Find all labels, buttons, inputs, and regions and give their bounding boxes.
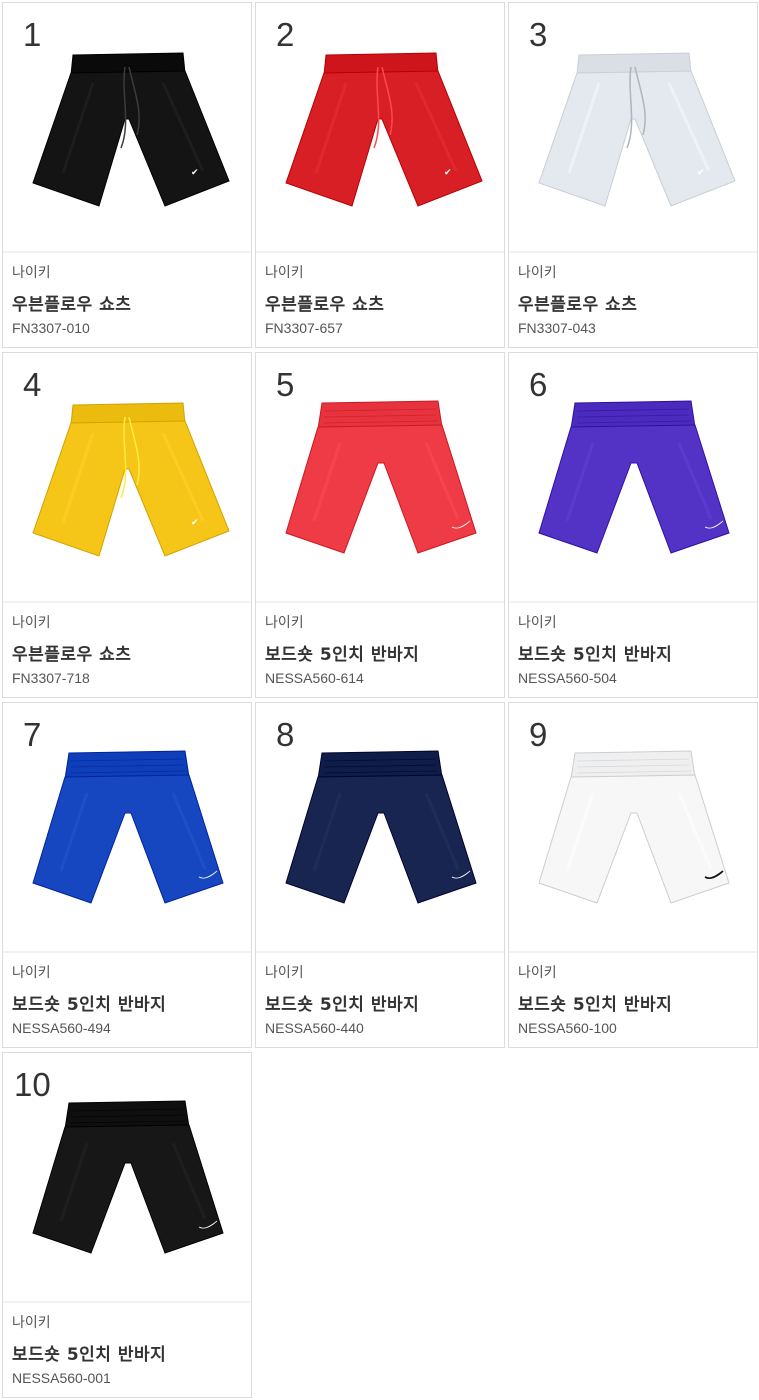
shorts-body [285,70,483,207]
divider [509,251,757,253]
rank-number: 6 [529,366,548,403]
product-thumbnail[interactable]: 9 [509,703,757,951]
divider [3,1301,251,1303]
product-brand: 나이키 [12,265,51,281]
product-code: NESSA560-614 [265,670,364,686]
product-card-9[interactable]: 9 나이키 보드숏 5인치 반바지 NESSA560-100 [508,702,758,1048]
divider [256,601,504,603]
rank-number: 5 [276,366,295,403]
product-thumbnail[interactable]: 6 [509,353,757,601]
shorts-body [285,774,477,904]
rank-number: 10 [14,1066,51,1103]
nike-futura-logo-icon: ✔ [444,168,452,178]
product-card-2[interactable]: ✔ 2 나이키 우븐플로우 쇼츠 FN3307-657 [255,2,505,348]
product-card-1[interactable]: ✔ 1 나이키 우븐플로우 쇼츠 FN3307-010 [2,2,252,348]
nike-futura-logo-icon: ✔ [191,518,199,528]
product-code: FN3307-718 [12,670,90,686]
shorts-body [32,70,230,207]
rank-number: 9 [529,716,548,753]
shorts-body [538,70,736,207]
product-thumbnail[interactable]: 7 [3,703,251,951]
divider [3,951,251,953]
product-name[interactable]: 우븐플로우 쇼츠 [12,640,131,665]
rank-number: 3 [529,16,548,53]
product-name[interactable]: 보드숏 5인치 반바지 [518,640,672,665]
shorts-body [538,774,730,904]
product-name[interactable]: 우븐플로우 쇼츠 [265,290,384,315]
product-thumbnail[interactable]: ✔ 1 [3,3,251,251]
product-brand: 나이키 [518,615,557,631]
product-name[interactable]: 보드숏 5인치 반바지 [265,640,419,665]
product-card-7[interactable]: 7 나이키 보드숏 5인치 반바지 NESSA560-494 [2,702,252,1048]
product-name[interactable]: 보드숏 5인치 반바지 [518,990,672,1015]
divider [509,951,757,953]
product-card-4[interactable]: ✔ 4 나이키 우븐플로우 쇼츠 FN3307-718 [2,352,252,698]
product-name[interactable]: 보드숏 5인치 반바지 [12,1340,166,1365]
divider [256,251,504,253]
product-brand: 나이키 [265,265,304,281]
shorts-body [538,424,730,554]
divider [3,601,251,603]
shorts-body [32,774,224,904]
product-name[interactable]: 우븐플로우 쇼츠 [12,290,131,315]
product-code: NESSA560-001 [12,1370,111,1386]
product-code: FN3307-010 [12,320,90,336]
product-brand: 나이키 [265,965,304,981]
product-code: FN3307-657 [265,320,343,336]
product-code: FN3307-043 [518,320,596,336]
product-brand: 나이키 [518,965,557,981]
product-brand: 나이키 [265,615,304,631]
nike-futura-logo-icon: ✔ [191,168,199,178]
product-card-3[interactable]: ✔ 3 나이키 우븐플로우 쇼츠 FN3307-043 [508,2,758,348]
divider [509,601,757,603]
rank-number: 8 [276,716,295,753]
product-card-5[interactable]: 5 나이키 보드숏 5인치 반바지 NESSA560-614 [255,352,505,698]
product-name[interactable]: 우븐플로우 쇼츠 [518,290,637,315]
product-brand: 나이키 [12,615,51,631]
product-brand: 나이키 [518,265,557,281]
rank-number: 7 [23,716,42,753]
product-thumbnail[interactable]: 10 [3,1053,251,1301]
rank-number: 1 [23,16,42,53]
divider [3,251,251,253]
product-code: NESSA560-440 [265,1020,364,1036]
product-code: NESSA560-504 [518,670,617,686]
product-thumbnail[interactable]: ✔ 4 [3,353,251,601]
shorts-body [32,420,230,557]
shorts-body [285,424,477,554]
nike-futura-logo-icon: ✔ [697,168,705,178]
rank-number: 2 [276,16,295,53]
product-name[interactable]: 보드숏 5인치 반바지 [265,990,419,1015]
product-card-6[interactable]: 6 나이키 보드숏 5인치 반바지 NESSA560-504 [508,352,758,698]
product-name[interactable]: 보드숏 5인치 반바지 [12,990,166,1015]
product-grid: ✔ 1 나이키 우븐플로우 쇼츠 FN3307-010 ✔ 2 나이키 우븐플로… [2,2,758,1399]
product-card-10[interactable]: 10 나이키 보드숏 5인치 반바지 NESSA560-001 [2,1052,252,1398]
product-thumbnail[interactable]: ✔ 2 [256,3,504,251]
product-brand: 나이키 [12,1315,51,1331]
rank-number: 4 [23,366,42,403]
divider [256,951,504,953]
product-thumbnail[interactable]: ✔ 3 [509,3,757,251]
product-thumbnail[interactable]: 5 [256,353,504,601]
product-code: NESSA560-494 [12,1020,111,1036]
product-brand: 나이키 [12,965,51,981]
product-code: NESSA560-100 [518,1020,617,1036]
product-thumbnail[interactable]: 8 [256,703,504,951]
product-card-8[interactable]: 8 나이키 보드숏 5인치 반바지 NESSA560-440 [255,702,505,1048]
shorts-body [32,1124,224,1254]
